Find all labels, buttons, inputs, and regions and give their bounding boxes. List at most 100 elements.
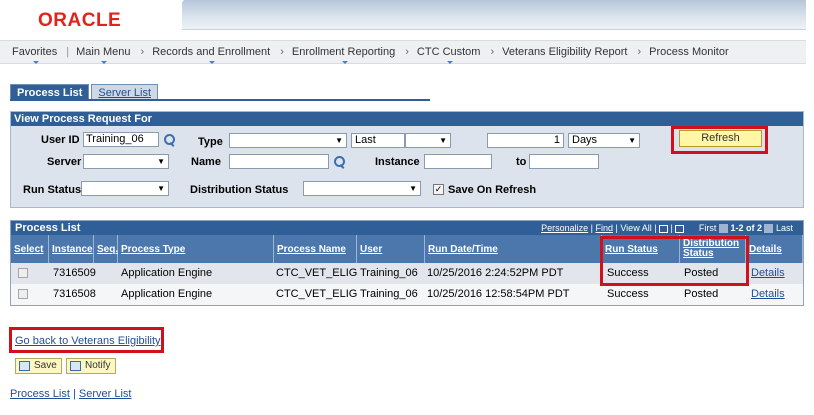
col-seq[interactable]: Seq. [94,235,118,263]
chevron-down-icon: ▼ [157,157,165,166]
col-details[interactable]: Details [746,235,803,263]
chevron-right-icon: › [490,46,495,58]
tab-underline [10,99,430,101]
search-icon[interactable] [333,156,345,168]
search-icon[interactable] [163,134,175,146]
nav-main-menu[interactable]: Main Menu [76,46,132,64]
col-user[interactable]: User [357,235,425,263]
run-status-select[interactable]: ▼ [81,181,169,196]
view-all-link[interactable]: View All [620,223,651,233]
chevron-right-icon: › [405,46,409,58]
refresh-button[interactable]: Refresh [679,130,762,147]
notify-button[interactable]: Notify [66,358,116,374]
col-process-name[interactable]: Process Name [274,235,357,263]
footer-server-list-link[interactable]: Server List [79,388,132,400]
chevron-down-icon: ▼ [409,184,417,193]
cell-run-status: Success [607,288,649,300]
instance-to-input[interactable] [529,154,599,169]
save-on-refresh-checkbox[interactable]: ✓ [433,184,444,195]
table-row: 7316509 Application Engine CTC_VET_ELIG … [11,263,803,284]
nav-divider: | [66,46,70,58]
page-tabs: Process List Server List [10,84,160,100]
distribution-status-select[interactable]: ▼ [303,181,421,196]
instance-label: Instance [375,156,420,168]
first-arrow-icon[interactable] [718,224,728,234]
cell-process-type: Application Engine [121,267,213,279]
process-list-grid: Process List Personalize | Find | View A… [10,220,804,306]
col-run-status[interactable]: Run Status [602,235,680,263]
details-link[interactable]: Details [751,284,785,305]
tab-process-list[interactable]: Process List [10,84,90,100]
cell-instance: 7316509 [53,267,96,279]
chevron-down-icon: ▼ [439,136,447,145]
nav-records-enrollment[interactable]: Records and Enrollment [152,46,272,64]
last-number-input[interactable]: 1 [487,133,564,148]
chevron-right-icon: › [280,46,284,58]
chevron-down-icon: ▼ [628,136,636,145]
nav-process-monitor: Process Monitor [649,46,729,58]
last-link[interactable]: Last [776,223,793,233]
next-arrow-icon[interactable] [764,224,774,234]
type-select[interactable]: ▼ [229,133,347,148]
cell-distribution-status: Posted [684,267,719,279]
col-process-type[interactable]: Process Type [118,235,274,263]
tab-server-list[interactable]: Server List [91,84,158,100]
go-back-link[interactable]: Go back to Veterans Eligibility [15,335,161,347]
name-label: Name [191,156,221,168]
save-icon [19,361,30,371]
col-distribution-status[interactable]: Distribution Status [680,235,746,263]
col-run-datetime[interactable]: Run Date/Time [425,235,602,263]
find-link[interactable]: Find [595,223,613,233]
header-wedge [160,0,184,30]
nav-enrollment-reporting[interactable]: Enrollment Reporting [292,46,397,64]
run-status-label: Run Status [23,184,82,196]
cell-process-name: CTC_VET_ELIG [276,288,358,300]
name-input[interactable] [229,154,329,169]
col-instance[interactable]: Instance [49,235,94,263]
cell-instance: 7316508 [53,288,96,300]
cell-process-type: Application Engine [121,288,213,300]
personalize-link[interactable]: Personalize [541,223,588,233]
grid-title: Process List [15,222,81,234]
details-link[interactable]: Details [751,263,785,284]
cell-distribution-status: Posted [684,288,719,300]
server-label: Server [47,156,82,168]
notify-icon [70,361,81,371]
first-link[interactable]: First [699,223,717,233]
header-band [182,0,806,30]
days-select[interactable]: Days ▼ [568,133,640,148]
view-process-request-panel: View Process Request For User ID Trainin… [10,111,804,208]
save-button[interactable]: Save [15,358,62,374]
col-select[interactable]: Select [11,235,49,263]
nav-favorites[interactable]: Favorites [12,46,59,64]
breadcrumb: Favorites | Main Menu › Records and Enro… [0,40,806,64]
chevron-down-icon: ▼ [335,136,343,145]
grid-toolbar: Personalize | Find | View All | | First … [541,223,793,234]
cell-process-name: CTC_VET_ELIG [276,267,358,279]
save-label: Save [34,360,57,371]
user-id-label: User ID [41,134,80,146]
nav-veterans-eligibility-report[interactable]: Veterans Eligibility Report [502,46,629,58]
server-select[interactable]: ▼ [83,154,169,169]
grid-view-icon[interactable] [675,224,685,233]
table-row: 7316508 Application Engine CTC_VET_ELIG … [11,284,803,305]
notify-label: Notify [85,360,111,371]
grid-title-bar: Process List Personalize | Find | View A… [11,221,803,235]
oracle-logo: ORACLE [38,10,122,31]
footer-process-list-link[interactable]: Process List [10,388,70,400]
last-select[interactable]: Last [351,133,405,148]
user-id-input[interactable]: Training_06 [83,132,159,147]
row-select-checkbox[interactable] [18,289,28,299]
instance-from-input[interactable] [424,154,492,169]
page-header: ORACLE [0,0,814,40]
row-select-checkbox[interactable] [18,268,28,278]
cell-user: Training_06 [360,267,418,279]
download-icon[interactable] [659,224,669,233]
chevron-right-icon: › [637,46,642,58]
distribution-status-label: Distribution Status [190,184,289,196]
last-select-dropdown[interactable]: ▼ [405,133,451,148]
cell-run-datetime: 10/25/2016 2:24:52PM PDT [427,267,564,279]
nav-ctc-custom[interactable]: CTC Custom [417,46,483,64]
cell-user: Training_06 [360,288,418,300]
cell-run-datetime: 10/25/2016 12:58:54PM PDT [427,288,570,300]
